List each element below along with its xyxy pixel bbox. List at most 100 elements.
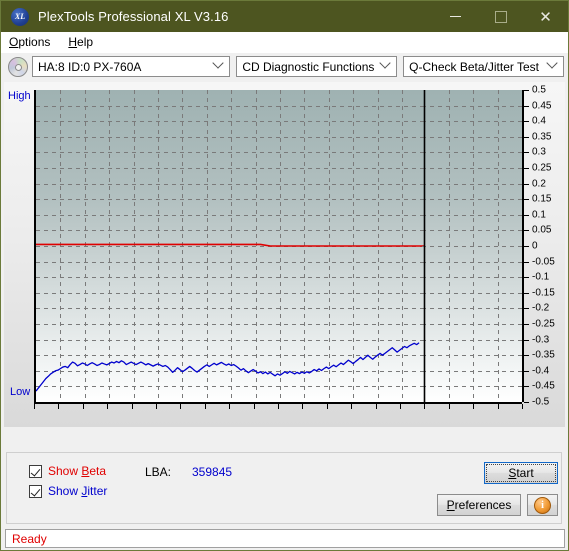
function-select[interactable]: CD Diagnostic Functions (236, 56, 398, 77)
disc-icon (8, 56, 28, 77)
y-axis-tick-mark (524, 277, 529, 278)
preferences-button-label: Preferences (446, 498, 512, 512)
y-axis-tick-mark (524, 355, 529, 356)
y-axis-tick-mark (524, 168, 529, 169)
y-axis-tick-label: 0.15 (532, 193, 552, 205)
x-axis-tick-mark (522, 404, 523, 409)
x-axis-tick-mark (278, 404, 279, 409)
y-axis-tick-mark (524, 293, 529, 294)
minimize-button[interactable] (433, 1, 478, 32)
x-axis-tick-mark (107, 404, 108, 409)
drive-select[interactable]: HA:8 ID:0 PX-760A (32, 56, 231, 77)
show-jitter-accel: J (81, 484, 88, 498)
menu-options-rest: ptions (18, 35, 51, 49)
show-beta-label: Show Beta (48, 464, 107, 478)
start-button[interactable]: Start (484, 462, 558, 484)
window-controls: ✕ (433, 1, 568, 32)
y-axis-tick-mark (524, 199, 529, 200)
y-axis-tick-label: -0.25 (532, 318, 555, 330)
test-select[interactable]: Q-Check Beta/Jitter Test (403, 56, 564, 77)
y-axis-tick-mark (524, 324, 529, 325)
title-bar: XL PlexTools Professional XL V3.16 ✕ (1, 1, 568, 32)
y-axis-tick-mark (524, 137, 529, 138)
show-jitter-label: Show Jitter (48, 484, 108, 498)
preferences-button[interactable]: Preferences (437, 494, 521, 516)
y-axis-tick-label: -0.3 (532, 334, 550, 346)
y-axis-tick-label: -0.5 (532, 396, 550, 408)
start-focus-ring (486, 464, 556, 482)
plot-series (36, 243, 424, 392)
y-axis-tick-mark (524, 262, 529, 263)
function-select-value: CD Diagnostic Functions (242, 59, 375, 74)
x-axis-tick-mark (83, 404, 84, 409)
y-axis-tick-label: 0.45 (532, 100, 552, 112)
x-axis-tick-mark (327, 404, 328, 409)
show-beta-checkbox[interactable] (29, 464, 42, 478)
menu-bar: Options Help (1, 32, 568, 53)
menu-item-options[interactable]: Options (9, 35, 50, 49)
test-select-value: Q-Check Beta/Jitter Test (409, 59, 539, 74)
y-axis-tick-mark (524, 121, 529, 122)
y-axis-tick-label: -0.45 (532, 380, 555, 392)
info-icon: i (534, 496, 551, 514)
x-axis-tick-mark (132, 404, 133, 409)
x-axis-tick-mark (205, 404, 206, 409)
y-axis-tick-label: 0.35 (532, 131, 552, 143)
y-axis-tick-label: 0.4 (532, 115, 546, 127)
y-axis-tick-mark (524, 340, 529, 341)
x-axis-tick-mark (229, 404, 230, 409)
menu-help-rest: elp (77, 35, 94, 49)
y-axis-tick-label: 0.1 (532, 209, 546, 221)
y-axis-tick-mark (524, 386, 529, 387)
y-axis-tick-label: 0.2 (532, 178, 546, 190)
window-title: PlexTools Professional XL V3.16 (38, 9, 229, 24)
y-axis-tick-label: -0.15 (532, 287, 555, 299)
chevron-down-icon (546, 56, 558, 69)
x-axis-tick-mark (424, 404, 425, 409)
x-axis-tick-mark (156, 404, 157, 409)
y-axis-tick-mark (524, 106, 529, 107)
show-beta-checkbox-row[interactable]: Show Beta (29, 464, 106, 478)
menu-options-accel: O (9, 35, 19, 49)
chevron-down-icon (379, 56, 391, 69)
x-axis-tick-mark (473, 404, 474, 409)
app-window: XL PlexTools Professional XL V3.16 ✕ Opt… (0, 0, 569, 551)
close-icon: ✕ (539, 8, 552, 26)
close-button[interactable]: ✕ (523, 1, 568, 32)
y-axis-tick-mark (524, 90, 529, 91)
lba-label: LBA: (145, 465, 172, 479)
app-logo-icon: XL (11, 7, 29, 26)
x-axis-tick-mark (351, 404, 352, 409)
y-axis-tick-mark (524, 402, 529, 403)
x-axis-tick-mark (254, 404, 255, 409)
x-axis-tick-mark (449, 404, 450, 409)
chevron-down-icon (212, 56, 224, 69)
y-axis-tick-label: 0.05 (532, 224, 552, 236)
controls-panel: Show Beta Show Jitter LBA: 359845 Start … (6, 452, 562, 524)
show-jitter-checkbox-row[interactable]: Show Jitter (29, 484, 107, 498)
x-axis-tick-mark (58, 404, 59, 409)
info-button[interactable]: i (527, 494, 558, 516)
minimize-icon (450, 16, 461, 17)
y-axis-tick-label: -0.2 (532, 302, 550, 314)
y-axis-tick-mark (524, 371, 529, 372)
y-axis-tick-label: -0.05 (532, 256, 555, 268)
x-axis-tick-mark (400, 404, 401, 409)
menu-item-help[interactable]: Help (68, 35, 93, 49)
drive-select-value: HA:8 ID:0 PX-760A (38, 59, 142, 74)
toolbar: HA:8 ID:0 PX-760A CD Diagnostic Function… (1, 53, 568, 80)
y-axis-tick-label: -0.1 (532, 271, 550, 283)
maximize-icon (494, 10, 507, 23)
y-axis-tick-mark (524, 184, 529, 185)
axis-label-low: Low (10, 386, 31, 398)
show-jitter-checkbox[interactable] (29, 484, 42, 498)
status-bar: Ready (5, 529, 565, 548)
y-axis-tick-label: 0.5 (532, 84, 546, 96)
y-axis-tick-mark (524, 230, 529, 231)
axis-label-high: High (8, 90, 31, 102)
status-text: Ready (12, 531, 47, 546)
maximize-button[interactable] (478, 1, 523, 32)
x-axis-tick-mark (180, 404, 181, 409)
show-beta-accel: B (81, 464, 90, 478)
y-axis-tick-mark (524, 246, 529, 247)
